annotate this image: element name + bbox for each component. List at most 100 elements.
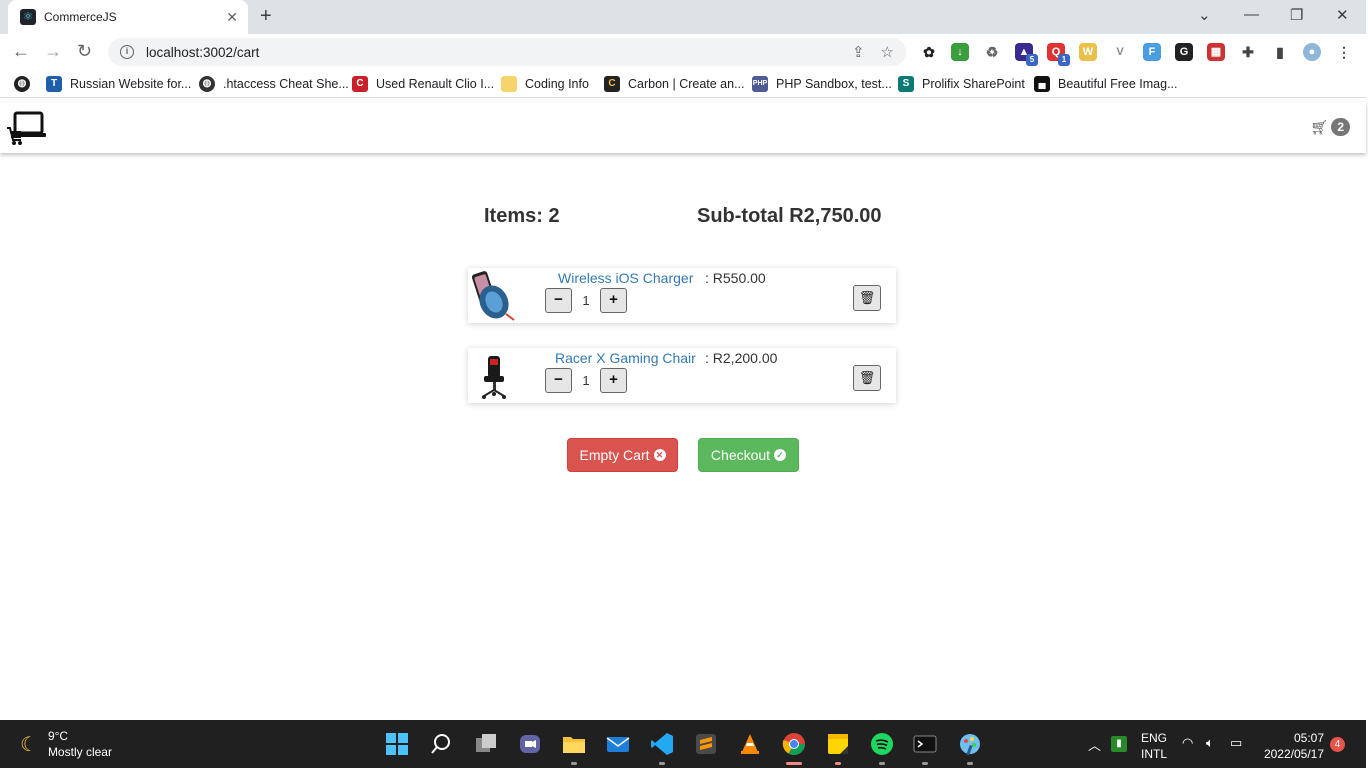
running-indicator bbox=[922, 762, 928, 765]
spotify-icon[interactable] bbox=[870, 732, 894, 756]
bookmark-russian-website[interactable]: T Russian Website for... bbox=[46, 76, 191, 92]
bookmark-label: .htaccess Cheat She... bbox=[223, 77, 349, 91]
browser-menu-icon[interactable]: ⋮ bbox=[1335, 43, 1353, 61]
new-tab-button[interactable]: + bbox=[260, 6, 272, 26]
bookmark-carbon[interactable]: C Carbon | Create an... bbox=[604, 76, 745, 92]
clock[interactable]: 05:07 2022/05/17 bbox=[1262, 730, 1324, 762]
php-icon: PHP bbox=[752, 76, 768, 92]
weather-widget[interactable]: ☾ 9°C Mostly clear bbox=[20, 728, 112, 760]
restore-icon[interactable]: ❐ bbox=[1290, 6, 1303, 24]
side-panel-icon[interactable]: ▮ bbox=[1271, 43, 1289, 61]
decrease-quantity-button[interactable]: − bbox=[545, 368, 572, 393]
extension-w-icon[interactable]: W bbox=[1079, 43, 1097, 61]
extension-paw-icon[interactable]: ✿ bbox=[920, 43, 938, 61]
extension-red-icon[interactable]: Q1 bbox=[1047, 43, 1070, 66]
c-icon: C bbox=[352, 76, 368, 92]
mail-icon[interactable] bbox=[606, 732, 630, 756]
reload-icon[interactable]: ↻ bbox=[77, 42, 92, 60]
remove-item-button[interactable]: 🗑︎ bbox=[853, 285, 881, 311]
folder-icon bbox=[501, 76, 517, 92]
extension-badge: 1 bbox=[1058, 54, 1070, 66]
laptop-cart-logo-icon[interactable] bbox=[6, 110, 46, 146]
site-info-icon[interactable]: i bbox=[120, 45, 134, 59]
items-count: Items: 2 bbox=[484, 205, 560, 227]
increase-quantity-button[interactable]: + bbox=[600, 368, 627, 393]
extension-recycle-icon[interactable]: ♻ bbox=[983, 43, 1001, 61]
terminal-icon[interactable] bbox=[913, 732, 937, 756]
notification-badge[interactable]: 4 bbox=[1330, 737, 1345, 752]
bookmark-prolifix[interactable]: S Prolifix SharePoint bbox=[898, 76, 1025, 92]
battery-icon[interactable]: ▭ bbox=[1230, 735, 1242, 751]
bookmark-coding-info[interactable]: Coding Info bbox=[501, 76, 589, 92]
clock-date: 2022/05/17 bbox=[1263, 747, 1324, 761]
share-icon[interactable]: ⇪ bbox=[852, 43, 865, 61]
cart-item: Wireless iOS Charger : R550.00 − 1 + 🗑︎ bbox=[468, 268, 896, 323]
close-window-icon[interactable]: ✕ bbox=[1336, 6, 1349, 24]
clock-time: 05:07 bbox=[1293, 731, 1324, 745]
windows-start-icon[interactable] bbox=[385, 732, 409, 756]
profile-avatar-icon[interactable]: ● bbox=[1303, 43, 1321, 61]
extension-download-icon[interactable]: ↓ bbox=[951, 43, 969, 61]
keyboard-layout: INTL bbox=[1141, 747, 1168, 761]
globe-icon: ◍ bbox=[199, 76, 215, 92]
extension-badge: 5 bbox=[1026, 54, 1038, 66]
close-tab-icon[interactable]: ✕ bbox=[226, 9, 238, 26]
tab-commercejs[interactable]: ⚛ CommerceJS ✕ bbox=[8, 0, 248, 34]
bookmark-globe-icon[interactable]: ◍ bbox=[14, 76, 30, 92]
bookmark-htaccess[interactable]: ◍ .htaccess Cheat She... bbox=[199, 76, 349, 92]
bookmark-free-images[interactable]: ▄ Beautiful Free Imag... bbox=[1034, 76, 1178, 92]
temperature: 9°C bbox=[47, 729, 69, 743]
address-bar[interactable]: i localhost:3002/cart ⇪ ☆ bbox=[108, 38, 906, 66]
bookmark-label: Carbon | Create an... bbox=[628, 77, 745, 91]
tab-search-icon[interactable]: ⌄ bbox=[1198, 6, 1211, 24]
chevron-up-icon[interactable]: ︿ bbox=[1088, 735, 1101, 754]
bookmark-php-sandbox[interactable]: PHP PHP Sandbox, test... bbox=[752, 76, 892, 92]
bookmark-label: Used Renault Clio I... bbox=[376, 77, 495, 91]
back-icon[interactable]: ← bbox=[12, 42, 30, 60]
sticky-notes-icon[interactable] bbox=[826, 732, 850, 756]
extension-fi-icon[interactable]: F bbox=[1143, 43, 1161, 61]
search-icon[interactable] bbox=[429, 732, 453, 756]
increase-quantity-button[interactable]: + bbox=[600, 288, 627, 313]
extensions-puzzle-icon[interactable]: ✚ bbox=[1239, 43, 1257, 61]
weather-condition: Mostly clear bbox=[47, 745, 112, 759]
decrease-quantity-button[interactable]: − bbox=[545, 288, 572, 313]
running-indicator bbox=[659, 762, 665, 765]
product-name-link[interactable]: Wireless iOS Charger bbox=[558, 270, 693, 286]
volume-icon[interactable]: 🔈︎ bbox=[1206, 735, 1214, 751]
t-icon: T bbox=[46, 76, 62, 92]
tray-app-icon[interactable]: ▮ bbox=[1111, 736, 1127, 752]
vscode-icon[interactable] bbox=[650, 732, 674, 756]
cart-link[interactable]: 🛒︎ 2 bbox=[1311, 118, 1350, 136]
teams-chat-icon[interactable] bbox=[518, 732, 542, 756]
extension-v-icon[interactable]: V bbox=[1111, 43, 1129, 61]
unsplash-icon: ▄ bbox=[1034, 76, 1050, 92]
language-indicator[interactable]: ENG INTL bbox=[1141, 730, 1167, 762]
bookmark-renault[interactable]: C Used Renault Clio I... bbox=[352, 76, 494, 92]
product-price: : R2,200.00 bbox=[705, 350, 778, 366]
chrome-icon[interactable] bbox=[782, 732, 806, 756]
forward-icon[interactable]: → bbox=[44, 42, 62, 60]
vlc-icon[interactable] bbox=[738, 732, 762, 756]
bookmark-star-icon[interactable]: ☆ bbox=[881, 43, 894, 61]
empty-cart-button[interactable]: Empty Cart ✕ bbox=[567, 438, 678, 472]
task-view-icon[interactable] bbox=[474, 732, 498, 756]
running-indicator bbox=[835, 762, 841, 765]
cart-count-badge: 2 bbox=[1331, 118, 1350, 136]
subtotal: Sub-total R2,750.00 bbox=[697, 205, 882, 227]
file-explorer-icon[interactable] bbox=[562, 732, 586, 756]
product-name-link[interactable]: Racer X Gaming Chair bbox=[555, 350, 696, 366]
remove-item-button[interactable]: 🗑︎ bbox=[853, 365, 881, 391]
checkout-button[interactable]: Checkout ✓ bbox=[698, 438, 799, 472]
running-indicator bbox=[879, 762, 885, 765]
wifi-icon[interactable]: ◠ bbox=[1182, 735, 1193, 751]
minimize-icon[interactable]: — bbox=[1244, 6, 1259, 23]
url-text[interactable]: localhost:3002/cart bbox=[146, 45, 836, 60]
paint-icon[interactable] bbox=[958, 732, 982, 756]
sublime-text-icon[interactable] bbox=[694, 732, 718, 756]
extension-g-icon[interactable]: G bbox=[1175, 43, 1193, 61]
extension-graduation-icon[interactable]: ▲ 5 bbox=[1015, 43, 1038, 66]
trash-icon: 🗑︎ bbox=[858, 370, 876, 385]
carbon-icon: C bbox=[604, 76, 620, 92]
extension-grid-icon[interactable]: ▦ bbox=[1207, 43, 1225, 61]
